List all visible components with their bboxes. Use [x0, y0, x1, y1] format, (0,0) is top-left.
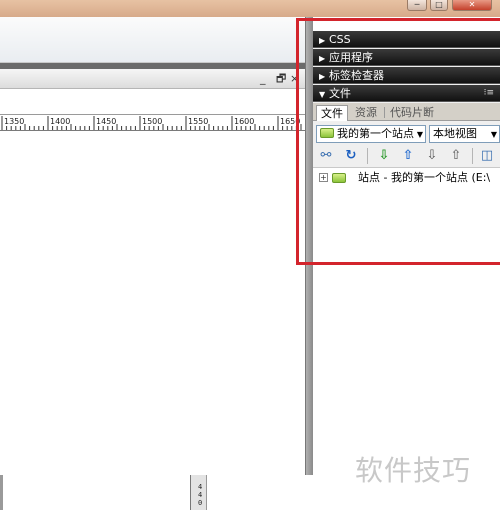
collapsed-arrow-icon: ▶ — [319, 54, 326, 63]
site-select[interactable]: 我的第一个站点 ▼ — [316, 125, 426, 143]
site-tree-label: 站点 - 我的第一个站点 (E:\ — [358, 171, 491, 184]
check-out-icon[interactable]: ⇩ — [424, 148, 440, 164]
panel-header-css[interactable]: ▶ CSS — [313, 31, 500, 48]
ruler-ticks: 1350 1400 1450 1500 1550 1600 1650 — [1, 116, 302, 130]
site-folder-icon — [332, 173, 346, 183]
get-icon[interactable]: ⇩ — [376, 148, 392, 164]
expanded-arrow-icon: ▼ — [319, 90, 326, 99]
vertical-ruler-fragment: 440 — [190, 475, 207, 510]
view-select[interactable]: 本地视图 ▼ — [429, 125, 500, 143]
ruler-label: 1350 — [4, 117, 24, 126]
ruler-label: 1550 — [188, 117, 208, 126]
refresh-icon[interactable]: ↻ — [343, 148, 359, 164]
tree-expand-icon[interactable]: + — [319, 173, 328, 182]
panel-header-application-label: 应用程序 — [329, 51, 373, 64]
document-close-button[interactable]: × — [290, 73, 299, 85]
workspace-toolbar-area — [0, 17, 305, 63]
site-folder-icon — [320, 128, 334, 138]
window-maximize-button[interactable]: □ — [430, 0, 448, 11]
connect-icon[interactable]: ⚯ — [318, 148, 334, 164]
document-window-header: _ 🗗 × — [0, 69, 305, 89]
files-action-toolbar: ⚯ ↻ ⇩ ⇧ ⇩ ⇧ ◫ — [313, 144, 500, 168]
ruler-label: 1600 — [234, 117, 254, 126]
window-edge — [0, 475, 3, 510]
toolbar-separator — [472, 148, 473, 164]
vertical-ruler-label: 440 — [198, 483, 203, 507]
collapsed-arrow-icon: ▶ — [319, 36, 326, 45]
ruler-label: 1500 — [142, 117, 162, 126]
panel-header-files[interactable]: ▼ 文件 ⁝≡ — [313, 85, 500, 102]
site-select-value: 我的第一个站点 — [337, 127, 414, 140]
panel-options-icon[interactable]: ⁝≡ — [484, 85, 494, 102]
splitter-lower — [305, 475, 313, 510]
toolbar-separator — [367, 148, 368, 164]
ruler-label: 1650 — [280, 117, 300, 126]
ruler-label: 1400 — [50, 117, 70, 126]
site-tree-item[interactable]: + 站点 - 我的第一个站点 (E:\ — [313, 170, 500, 186]
check-in-icon[interactable]: ⇧ — [448, 148, 464, 164]
canvas-bottom-area — [0, 471, 305, 510]
panel-splitter[interactable] — [305, 17, 313, 475]
window-titlebar: ─ □ ✕ — [0, 0, 500, 17]
document-minimize-button[interactable]: _ — [260, 73, 266, 85]
expand-icon[interactable]: ◫ — [479, 148, 495, 164]
panel-header-files-label: 文件 — [329, 87, 351, 100]
design-canvas[interactable] — [0, 131, 305, 471]
files-panel-tabs: 文件 资源 代码片断 — [313, 103, 500, 121]
watermark-text: 软件技巧 — [355, 454, 472, 487]
tab-assets[interactable]: 资源 — [351, 105, 381, 121]
tab-files[interactable]: 文件 — [316, 105, 348, 121]
chevron-down-icon: ▼ — [490, 130, 497, 139]
panel-header-tag-inspector[interactable]: ▶ 标签检查器 — [313, 67, 500, 84]
files-site-toolbar: 我的第一个站点 ▼ 本地视图 ▼ — [313, 122, 500, 144]
window-minimize-button[interactable]: ─ — [407, 0, 427, 11]
window-close-button[interactable]: ✕ — [452, 0, 492, 11]
panel-header-tag-inspector-label: 标签检查器 — [329, 69, 384, 82]
put-icon[interactable]: ⇧ — [400, 148, 416, 164]
panel-group: ▶ CSS ▶ 应用程序 ▶ 标签检查器 ▼ 文件 ⁝≡ 文件 资源 代码片断 我的第一… — [313, 17, 500, 475]
panel-header-css-label: CSS — [329, 33, 351, 46]
document-restore-button[interactable]: 🗗 — [276, 73, 286, 85]
view-select-value: 本地视图 — [433, 127, 477, 140]
tab-separator — [384, 107, 385, 118]
panel-group-top — [313, 17, 500, 31]
horizontal-ruler: 1350 1400 1450 1500 1550 1600 1650 — [0, 114, 305, 131]
tab-snippets[interactable]: 代码片断 — [386, 105, 438, 121]
panel-header-application[interactable]: ▶ 应用程序 — [313, 49, 500, 66]
collapsed-arrow-icon: ▶ — [319, 72, 326, 81]
chevron-down-icon: ▼ — [416, 130, 423, 139]
ruler-label: 1450 — [96, 117, 116, 126]
